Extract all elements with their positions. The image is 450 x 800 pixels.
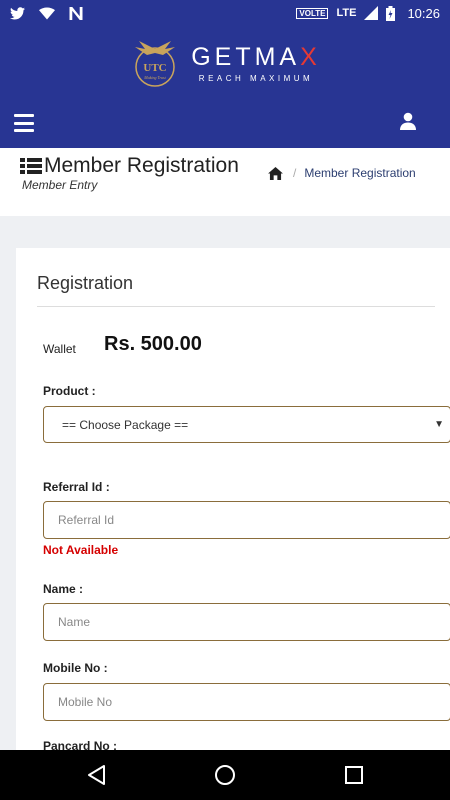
wifi-icon xyxy=(39,7,55,19)
divider xyxy=(37,306,435,307)
wallet-balance: Rs. 500.00 xyxy=(104,333,202,355)
emblem-text: UTC xyxy=(144,62,167,74)
brand-name: GETMAX xyxy=(191,43,321,71)
name-label: Name : xyxy=(43,582,84,596)
referral-status-message: Not Available xyxy=(43,543,119,557)
referral-label: Referral Id : xyxy=(43,480,110,494)
card-title: Registration xyxy=(37,273,134,293)
status-bar: VOLTE LTE 10:26 xyxy=(0,0,450,26)
registration-card: Registration Wallet Rs. 500.00 Product :… xyxy=(16,248,450,768)
wallet-label: Wallet xyxy=(43,342,76,356)
brand-tagline: REACH MAXIMUM xyxy=(198,74,314,83)
home-circle-icon[interactable] xyxy=(214,764,236,786)
breadcrumb-current[interactable]: Member Registration xyxy=(304,166,415,180)
breadcrumb: / Member Registration xyxy=(268,166,416,180)
utc-emblem-icon: UTC Making Trust xyxy=(135,41,176,87)
mobile-input[interactable] xyxy=(43,683,450,721)
battery-icon xyxy=(386,5,396,21)
home-icon[interactable] xyxy=(268,166,283,180)
page-subtitle: Member Entry xyxy=(22,178,98,192)
signal-icon xyxy=(364,6,379,20)
clock: 10:26 xyxy=(407,5,440,21)
back-icon[interactable] xyxy=(86,764,106,786)
product-selected-value: == Choose Package == xyxy=(62,417,189,432)
mobile-label: Mobile No : xyxy=(43,661,108,675)
system-nav-bar xyxy=(0,750,450,800)
list-icon xyxy=(20,158,42,174)
page-title: Member Registration xyxy=(44,154,239,177)
referral-id-input[interactable] xyxy=(43,501,450,539)
product-label: Product : xyxy=(43,384,96,398)
emblem-tagline: Making Trust xyxy=(143,75,166,80)
n-app-icon xyxy=(69,6,83,20)
brand-logo[interactable]: UTC Making Trust GETMAX REACH MAXIMUM xyxy=(129,37,321,89)
brand-header: UTC Making Trust GETMAX REACH MAXIMUM xyxy=(0,26,450,100)
recents-icon[interactable] xyxy=(344,765,364,785)
page-header: Member Registration Member Entry / Membe… xyxy=(0,148,450,216)
volte-badge: VOLTE xyxy=(296,7,329,19)
user-icon[interactable] xyxy=(400,112,416,130)
lte-label: LTE xyxy=(336,7,357,19)
product-select[interactable]: == Choose Package == ▼ xyxy=(43,406,450,443)
nav-bar xyxy=(0,100,450,148)
twitter-icon xyxy=(10,6,25,19)
chevron-down-icon: ▼ xyxy=(434,419,444,430)
name-input[interactable] xyxy=(43,603,450,641)
breadcrumb-separator: / xyxy=(293,166,297,180)
hamburger-menu-icon[interactable] xyxy=(14,114,34,132)
